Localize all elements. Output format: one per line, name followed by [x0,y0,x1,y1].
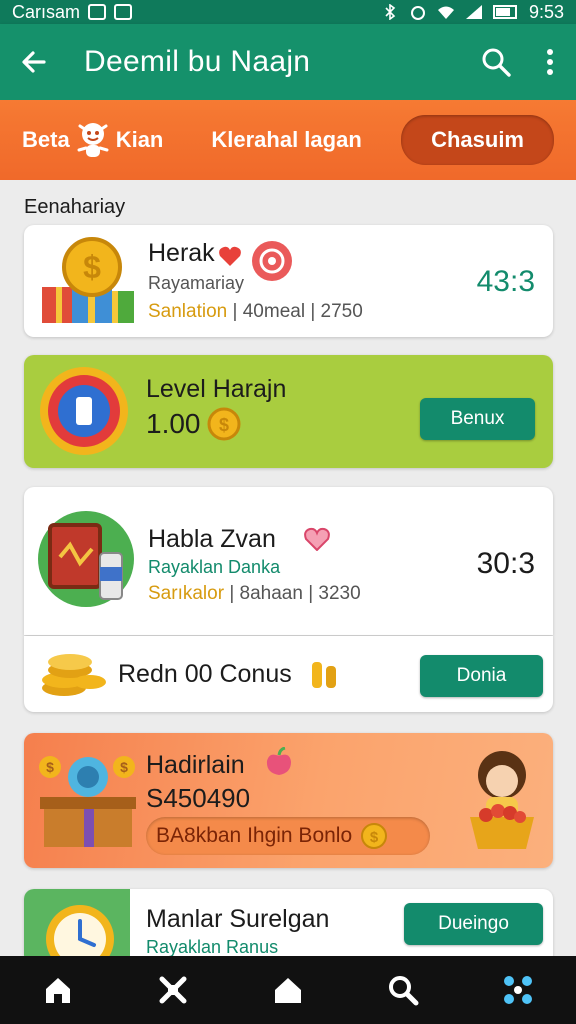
item-subtitle: Rayaklan Ranus [146,937,279,957]
bottom-nav [0,956,576,1024]
bonus-pill[interactable]: BA8kban Ihgin Bonlo $ [146,817,430,855]
tab-beta-kian[interactable]: Beta Kian [22,120,163,160]
gift-chest-icon: $ $ [39,756,136,847]
battery-icon [492,5,517,19]
heart-icon [219,246,241,266]
mascot-icon [77,123,109,157]
item-value-row: 1.00 $ [146,407,241,441]
list-item-herak[interactable]: $ Herak Rayamariay Sanlation | 40meal | … [24,225,553,337]
search-icon [389,976,419,1006]
list-item-level[interactable]: Level Harajn 1.00 $ Benux [24,355,553,468]
badge-icon [40,367,128,455]
list-item-habla[interactable]: Habla Zvan Rayaklan Danka Sarıkalor | 8a… [24,487,553,635]
list-item-bonus[interactable]: Redn 00 Conus Donia [24,636,553,712]
svg-text:$: $ [46,759,54,775]
status-bar: Carısam 9:53 [0,0,576,24]
nav-network[interactable] [496,968,540,1012]
svg-text:$: $ [370,829,379,846]
more-vertical-icon[interactable] [544,46,556,78]
item-name: Herak [148,239,215,267]
item-meta: Sarıkalor | 8ahaan | 3230 [148,583,361,605]
app-bar: Deemil bu Naajn [0,24,576,100]
item-name: Level Harajn [146,375,287,403]
network-icon [504,976,533,1004]
house-icon [274,978,301,1003]
dueingo-button[interactable]: Dueingo [404,903,543,945]
notification-icon [88,4,107,20]
signal-icon [465,5,482,19]
item-score: 30:3 [476,547,535,580]
tab-label: Klerahal lagan [211,127,362,152]
image-icon [114,4,133,20]
item-meta-accent: Sanlation [148,301,228,322]
girl-basket-icon [470,751,534,849]
coin-icon: $ [361,823,388,849]
arrow-left-icon[interactable] [20,48,48,76]
item-subtitle: Rayamariay [148,273,245,293]
coin-bars-icon [312,662,336,688]
tab-label: Kian [115,127,164,152]
search-icon[interactable] [480,46,512,78]
tab-chasuim[interactable]: Chasuim [401,115,554,165]
tools-icon [159,976,187,1004]
item-subtitle: Rayaklan Danka [148,557,281,577]
item-meta: Sanlation | 40meal | 2750 [148,301,363,323]
item-meta-values: | 8ahaan | 3230 [229,583,361,604]
item-meta-accent: Sarıkalor [148,583,225,604]
bonus-pill-label: BA8kban Ihgin Bonlo [156,824,353,847]
section-title: Eenahariay [24,196,126,218]
heart-icon [304,527,330,551]
carrier-label: Carısam [12,1,81,22]
bluetooth-icon [385,4,396,20]
page-title: Deemil bu Naajn [84,45,311,78]
item-name: Hadirlain [146,751,245,779]
tab-bar: Beta Kian Klerahal lagan Chasuim [0,100,576,180]
home-icon [45,978,70,1003]
list-item-hadirlain[interactable]: $ $ Hadirlain S450490 BA8kban Ihgin Bonl… [24,733,553,868]
item-name: Manlar Surelgan [146,905,330,933]
tab-label: Chasuim [431,127,524,152]
svg-text:$: $ [83,249,101,285]
item-label: Redn 00 Conus [118,660,292,688]
alarm-icon [410,6,425,20]
item-score: 43:3 [476,265,535,298]
chalkboard-icon [38,511,134,607]
item-value: 1.00 [146,408,201,439]
nav-tools[interactable] [151,968,195,1012]
bonus-button[interactable]: Benux [420,398,535,440]
item-amount: S450490 [146,783,251,813]
donia-button[interactable]: Donia [420,655,543,697]
wifi-icon [437,6,454,19]
coin-icon: $ [207,407,240,441]
item-meta-values: | 40meal | 2750 [232,301,363,322]
apple-icon [266,747,291,775]
svg-text:$: $ [120,759,128,775]
list-item-manlar[interactable]: Manlar Surelgan Rayaklan Ranus Dueingo [24,889,553,965]
svg-text:$: $ [218,415,228,435]
clock: 9:53 [528,1,564,22]
nav-home[interactable] [36,968,80,1012]
coin-stack-icon [42,654,106,696]
dice-icon [252,241,292,281]
nav-search[interactable] [381,968,425,1012]
coin-chest-icon: $ [42,237,134,323]
tab-klerahal-lagan[interactable]: Klerahal lagan [211,127,361,153]
tab-label: Beta [22,127,70,152]
nav-house[interactable] [266,968,310,1012]
item-name: Habla Zvan [148,525,276,553]
